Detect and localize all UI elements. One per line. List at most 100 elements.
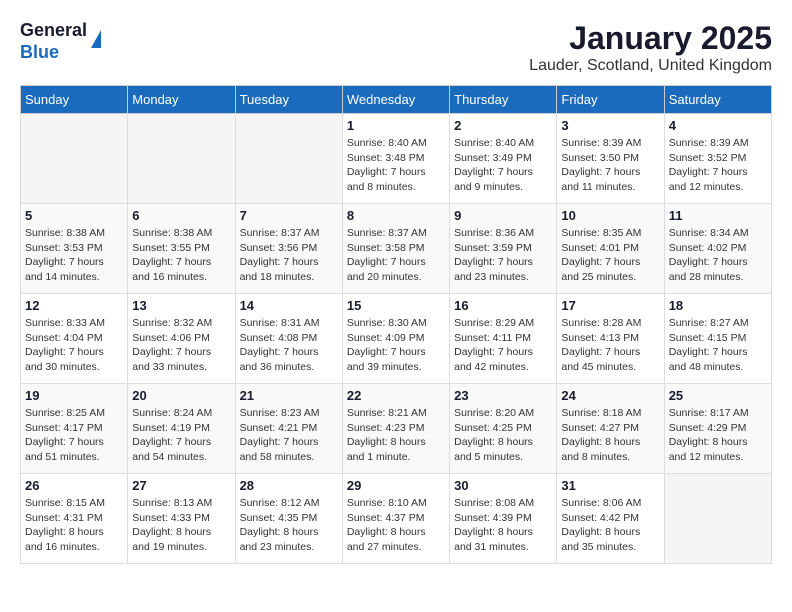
- calendar-cell: [235, 114, 342, 204]
- day-number: 31: [561, 478, 659, 493]
- title-area: January 2025 Lauder, Scotland, United Ki…: [529, 20, 772, 75]
- calendar-cell: 11 Sunrise: 8:34 AM Sunset: 4:02 PM Dayli…: [664, 204, 771, 294]
- day-info: Sunrise: 8:13 AM Sunset: 4:33 PM Dayligh…: [132, 496, 230, 555]
- day-number: 19: [25, 388, 123, 403]
- day-number: 24: [561, 388, 659, 403]
- calendar-cell: [128, 114, 235, 204]
- calendar-cell: 3 Sunrise: 8:39 AM Sunset: 3:50 PM Daylig…: [557, 114, 664, 204]
- calendar-cell: 22 Sunrise: 8:21 AM Sunset: 4:23 PM Dayli…: [342, 384, 449, 474]
- day-number: 11: [669, 208, 767, 223]
- logo-blue: Blue: [20, 42, 87, 64]
- calendar-cell: 12Sunrise: 8:33 AM Sunset: 4:04 PM Dayli…: [21, 294, 128, 384]
- day-info: Sunrise: 8:40 AM Sunset: 3:49 PM Dayligh…: [454, 136, 552, 195]
- calendar-cell: 4 Sunrise: 8:39 AM Sunset: 3:52 PM Daylig…: [664, 114, 771, 204]
- month-title: January 2025: [529, 20, 772, 57]
- day-info: Sunrise: 8:20 AM Sunset: 4:25 PM Dayligh…: [454, 406, 552, 465]
- day-info: Sunrise: 8:34 AM Sunset: 4:02 PM Dayligh…: [669, 226, 767, 285]
- day-info: Sunrise: 8:25 AM Sunset: 4:17 PM Dayligh…: [25, 406, 123, 465]
- day-number: 22: [347, 388, 445, 403]
- day-number: 4: [669, 118, 767, 133]
- calendar-cell: 6Sunrise: 8:38 AM Sunset: 3:55 PM Daylig…: [128, 204, 235, 294]
- calendar-week-row: 26 Sunrise: 8:15 AM Sunset: 4:31 PM Dayli…: [21, 474, 772, 564]
- day-info: Sunrise: 8:06 AM Sunset: 4:42 PM Dayligh…: [561, 496, 659, 555]
- day-info: Sunrise: 8:18 AM Sunset: 4:27 PM Dayligh…: [561, 406, 659, 465]
- day-info: Sunrise: 8:28 AM Sunset: 4:13 PM Dayligh…: [561, 316, 659, 375]
- calendar-cell: 13 Sunrise: 8:32 AM Sunset: 4:06 PM Dayli…: [128, 294, 235, 384]
- day-number: 6: [132, 208, 230, 223]
- day-number: 16: [454, 298, 552, 313]
- day-info: Sunrise: 8:12 AM Sunset: 4:35 PM Dayligh…: [240, 496, 338, 555]
- day-info: Sunrise: 8:39 AM Sunset: 3:52 PM Dayligh…: [669, 136, 767, 195]
- day-number: 1: [347, 118, 445, 133]
- day-number: 15: [347, 298, 445, 313]
- calendar-week-row: 5Sunrise: 8:38 AM Sunset: 3:53 PM Daylig…: [21, 204, 772, 294]
- day-of-week-header: Wednesday: [342, 86, 449, 114]
- day-info: Sunrise: 8:37 AM Sunset: 3:58 PM Dayligh…: [347, 226, 445, 285]
- calendar-cell: 16 Sunrise: 8:29 AM Sunset: 4:11 PM Dayli…: [450, 294, 557, 384]
- calendar-cell: 26 Sunrise: 8:15 AM Sunset: 4:31 PM Dayli…: [21, 474, 128, 564]
- day-info: Sunrise: 8:33 AM Sunset: 4:04 PM Dayligh…: [25, 316, 123, 375]
- calendar-cell: 27 Sunrise: 8:13 AM Sunset: 4:33 PM Dayli…: [128, 474, 235, 564]
- logo: General Blue: [20, 20, 101, 63]
- day-info: Sunrise: 8:38 AM Sunset: 3:53 PM Dayligh…: [25, 226, 123, 285]
- calendar-cell: 15 Sunrise: 8:30 AM Sunset: 4:09 PM Dayli…: [342, 294, 449, 384]
- logo-triangle-icon: [91, 30, 101, 48]
- day-info: Sunrise: 8:10 AM Sunset: 4:37 PM Dayligh…: [347, 496, 445, 555]
- day-number: 28: [240, 478, 338, 493]
- day-info: Sunrise: 8:23 AM Sunset: 4:21 PM Dayligh…: [240, 406, 338, 465]
- calendar-week-row: 1 Sunrise: 8:40 AM Sunset: 3:48 PM Daylig…: [21, 114, 772, 204]
- day-number: 21: [240, 388, 338, 403]
- day-info: Sunrise: 8:37 AM Sunset: 3:56 PM Dayligh…: [240, 226, 338, 285]
- day-number: 23: [454, 388, 552, 403]
- day-info: Sunrise: 8:30 AM Sunset: 4:09 PM Dayligh…: [347, 316, 445, 375]
- calendar-cell: 14Sunrise: 8:31 AM Sunset: 4:08 PM Dayli…: [235, 294, 342, 384]
- day-info: Sunrise: 8:32 AM Sunset: 4:06 PM Dayligh…: [132, 316, 230, 375]
- day-of-week-header: Thursday: [450, 86, 557, 114]
- day-number: 9: [454, 208, 552, 223]
- day-number: 30: [454, 478, 552, 493]
- calendar-cell: 30Sunrise: 8:08 AM Sunset: 4:39 PM Dayli…: [450, 474, 557, 564]
- day-number: 26: [25, 478, 123, 493]
- day-info: Sunrise: 8:39 AM Sunset: 3:50 PM Dayligh…: [561, 136, 659, 195]
- day-info: Sunrise: 8:21 AM Sunset: 4:23 PM Dayligh…: [347, 406, 445, 465]
- calendar-cell: 9 Sunrise: 8:36 AM Sunset: 3:59 PM Daylig…: [450, 204, 557, 294]
- day-number: 18: [669, 298, 767, 313]
- calendar-cell: 10 Sunrise: 8:35 AM Sunset: 4:01 PM Dayli…: [557, 204, 664, 294]
- calendar-cell: 29Sunrise: 8:10 AM Sunset: 4:37 PM Dayli…: [342, 474, 449, 564]
- calendar-cell: 5Sunrise: 8:38 AM Sunset: 3:53 PM Daylig…: [21, 204, 128, 294]
- day-of-week-header: Sunday: [21, 86, 128, 114]
- day-info: Sunrise: 8:15 AM Sunset: 4:31 PM Dayligh…: [25, 496, 123, 555]
- calendar-cell: 7 Sunrise: 8:37 AM Sunset: 3:56 PM Daylig…: [235, 204, 342, 294]
- calendar-cell: 1 Sunrise: 8:40 AM Sunset: 3:48 PM Daylig…: [342, 114, 449, 204]
- day-of-week-header: Tuesday: [235, 86, 342, 114]
- calendar-table: SundayMondayTuesdayWednesdayThursdayFrid…: [20, 85, 772, 564]
- location-subtitle: Lauder, Scotland, United Kingdom: [529, 57, 772, 75]
- calendar-header-row: SundayMondayTuesdayWednesdayThursdayFrid…: [21, 86, 772, 114]
- day-number: 10: [561, 208, 659, 223]
- day-info: Sunrise: 8:36 AM Sunset: 3:59 PM Dayligh…: [454, 226, 552, 285]
- calendar-cell: 31 Sunrise: 8:06 AM Sunset: 4:42 PM Dayli…: [557, 474, 664, 564]
- day-info: Sunrise: 8:40 AM Sunset: 3:48 PM Dayligh…: [347, 136, 445, 195]
- calendar-cell: 17Sunrise: 8:28 AM Sunset: 4:13 PM Dayli…: [557, 294, 664, 384]
- day-info: Sunrise: 8:24 AM Sunset: 4:19 PM Dayligh…: [132, 406, 230, 465]
- day-info: Sunrise: 8:31 AM Sunset: 4:08 PM Dayligh…: [240, 316, 338, 375]
- calendar-cell: [21, 114, 128, 204]
- day-info: Sunrise: 8:35 AM Sunset: 4:01 PM Dayligh…: [561, 226, 659, 285]
- calendar-cell: 25Sunrise: 8:17 AM Sunset: 4:29 PM Dayli…: [664, 384, 771, 474]
- day-number: 13: [132, 298, 230, 313]
- calendar-cell: 20Sunrise: 8:24 AM Sunset: 4:19 PM Dayli…: [128, 384, 235, 474]
- day-of-week-header: Saturday: [664, 86, 771, 114]
- day-number: 2: [454, 118, 552, 133]
- calendar-cell: 28 Sunrise: 8:12 AM Sunset: 4:35 PM Dayli…: [235, 474, 342, 564]
- logo-general: General: [20, 20, 87, 42]
- day-number: 7: [240, 208, 338, 223]
- day-number: 27: [132, 478, 230, 493]
- day-info: Sunrise: 8:29 AM Sunset: 4:11 PM Dayligh…: [454, 316, 552, 375]
- calendar-cell: 18 Sunrise: 8:27 AM Sunset: 4:15 PM Dayli…: [664, 294, 771, 384]
- day-of-week-header: Friday: [557, 86, 664, 114]
- day-info: Sunrise: 8:27 AM Sunset: 4:15 PM Dayligh…: [669, 316, 767, 375]
- page-header: General Blue January 2025 Lauder, Scotla…: [20, 20, 772, 75]
- day-info: Sunrise: 8:17 AM Sunset: 4:29 PM Dayligh…: [669, 406, 767, 465]
- day-number: 3: [561, 118, 659, 133]
- calendar-week-row: 12Sunrise: 8:33 AM Sunset: 4:04 PM Dayli…: [21, 294, 772, 384]
